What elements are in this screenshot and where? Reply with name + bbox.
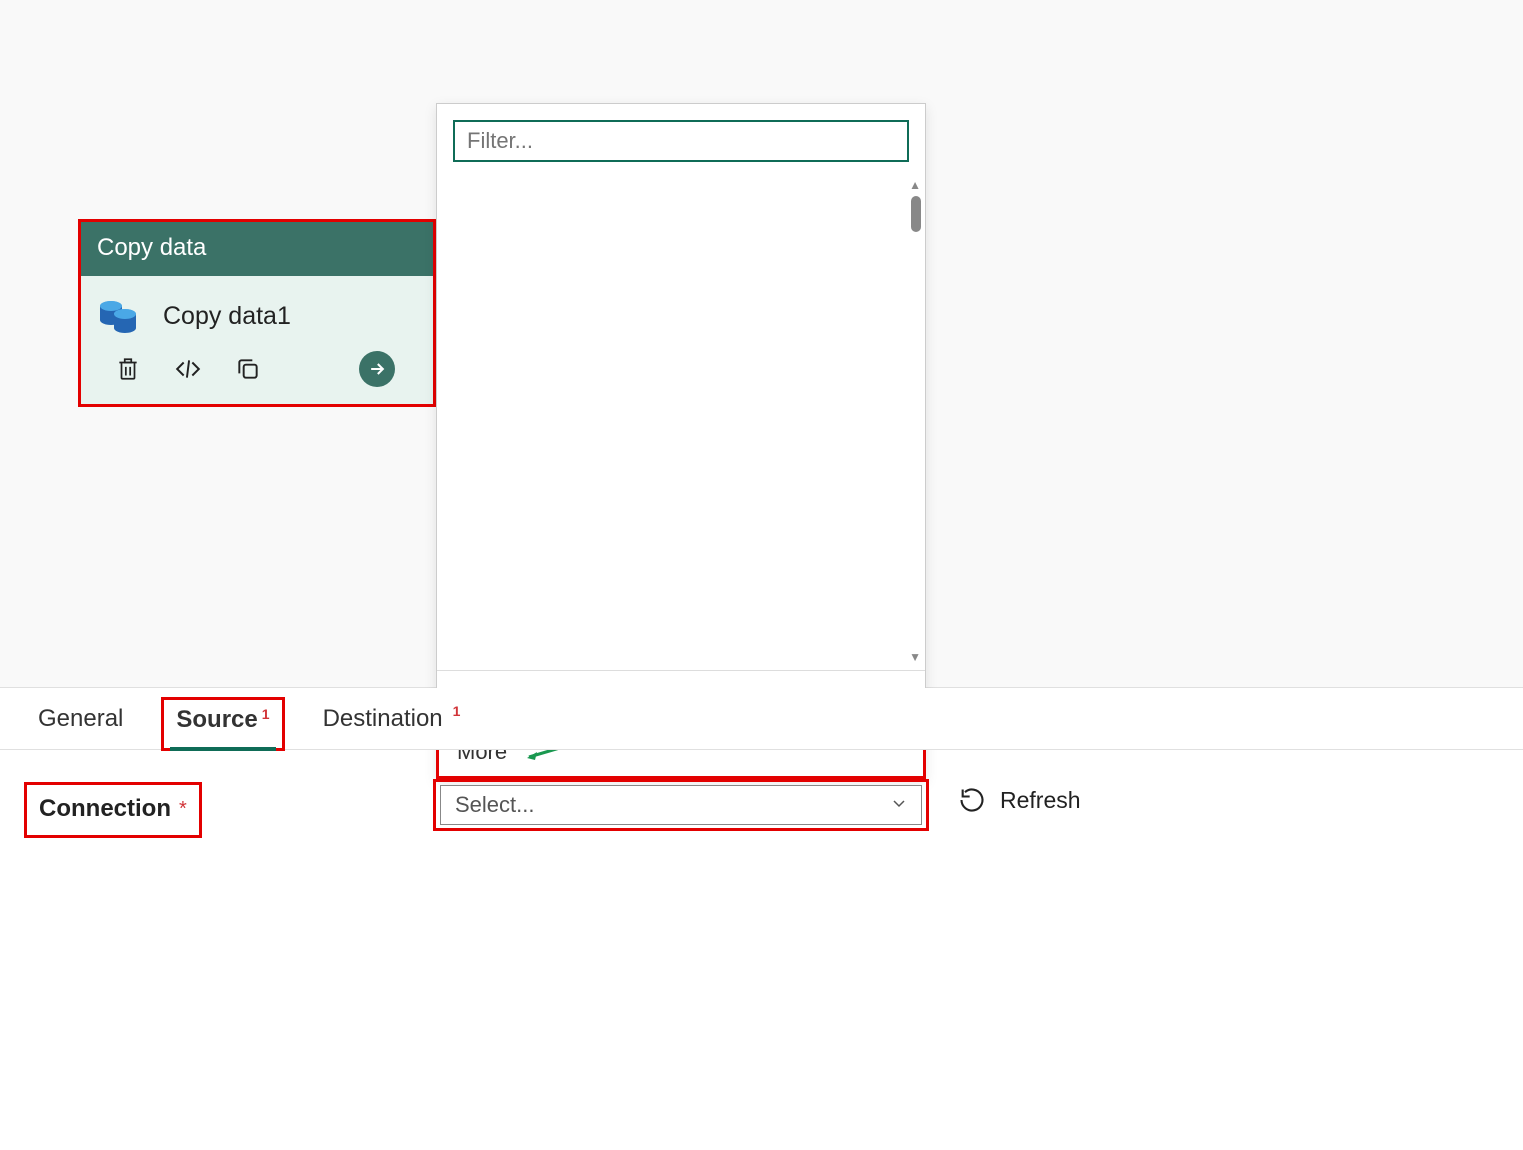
tab-destination-badge: 1 [453,703,461,749]
filter-input[interactable] [453,120,909,162]
tab-source[interactable]: Source 1 [161,697,284,751]
refresh-icon [958,786,986,814]
connection-label: Connection [39,795,171,823]
tab-general[interactable]: General [30,705,131,749]
connection-select-placeholder: Select... [455,792,534,818]
database-copy-icon [97,294,141,338]
tab-general-label: General [38,705,123,733]
connection-label-box: Connection * [24,782,202,838]
code-button[interactable] [173,354,203,384]
delete-button[interactable] [113,354,143,384]
copy-data-activity-card[interactable]: Copy data Copy data1 [78,219,436,407]
tabs-row: General Source 1 Destination 1 [0,688,1523,750]
refresh-button[interactable]: Refresh [958,786,1081,814]
scroll-down-icon: ▼ [909,650,921,664]
connection-select-box: Select... [433,779,929,831]
required-star-icon: * [179,798,187,821]
tab-destination-label: Destination [323,705,443,733]
next-arrow-button[interactable] [359,351,395,387]
connection-dropdown-panel: ▲ ▼ Use dynamic content More [436,103,926,779]
tab-source-label: Source [176,706,257,734]
copy-button[interactable] [233,354,263,384]
connection-select[interactable]: Select... [440,785,922,825]
chevron-down-icon [891,795,907,816]
activity-title: Copy data [81,222,433,276]
refresh-label: Refresh [1000,787,1081,814]
activity-body: Copy data1 [81,276,433,404]
scrollbar-thumb[interactable] [911,196,921,232]
tab-destination[interactable]: Destination [315,705,451,749]
scroll-up-icon: ▲ [909,178,921,192]
properties-row: Connection * Select... Refresh [0,782,1523,838]
dropdown-list[interactable]: ▲ ▼ [437,178,925,670]
tab-source-badge: 1 [262,706,270,722]
activity-name: Copy data1 [163,302,291,331]
